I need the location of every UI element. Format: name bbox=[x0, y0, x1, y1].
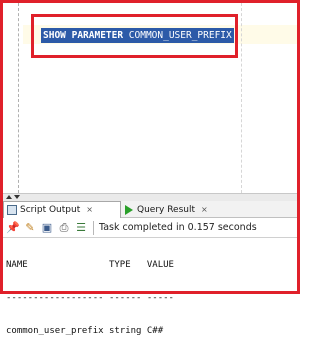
collapse-up-icon[interactable] bbox=[6, 195, 12, 199]
run-query-icon bbox=[125, 204, 133, 215]
sql-worksheet-editor[interactable]: SHOW PARAMETER COMMON_USER_PREFIX bbox=[3, 3, 297, 193]
eraser-icon[interactable]: ✎ bbox=[23, 221, 37, 235]
pin-icon[interactable]: 📌 bbox=[6, 221, 20, 235]
output-toolbar: 📌 ✎ ▣ ⎙ ☰ Task completed in 0.157 second… bbox=[3, 218, 297, 238]
tab-label: Script Output bbox=[20, 205, 81, 215]
print-icon[interactable]: ⎙ bbox=[57, 221, 71, 235]
tab-label: Query Result bbox=[137, 204, 196, 215]
save-icon[interactable]: ▣ bbox=[40, 221, 54, 235]
tab-script-output[interactable]: Script Output × bbox=[3, 201, 121, 218]
editor-gutter bbox=[3, 3, 21, 193]
annotation-highlight-box bbox=[31, 14, 238, 58]
output-line: NAME TYPE VALUE bbox=[6, 260, 174, 270]
script-output-icon bbox=[7, 205, 17, 215]
toolbar-separator bbox=[93, 220, 94, 235]
output-line: common_user_prefix string C## bbox=[6, 326, 164, 336]
task-status-text: Task completed in 0.157 seconds bbox=[99, 222, 257, 233]
panel-splitter[interactable] bbox=[3, 193, 297, 201]
collapse-down-icon[interactable] bbox=[14, 195, 20, 199]
script-output-text[interactable]: NAME TYPE VALUE ------------------ -----… bbox=[3, 238, 297, 336]
output-line: ------------------ ------ ----- bbox=[6, 293, 174, 303]
editor-right-margin bbox=[241, 3, 242, 193]
close-icon[interactable]: × bbox=[201, 202, 208, 218]
output-tabbar: Script Output × Query Result × bbox=[3, 201, 297, 218]
close-icon[interactable]: × bbox=[86, 202, 93, 218]
list-icon[interactable]: ☰ bbox=[74, 221, 88, 235]
tab-query-result[interactable]: Query Result × bbox=[123, 201, 208, 218]
